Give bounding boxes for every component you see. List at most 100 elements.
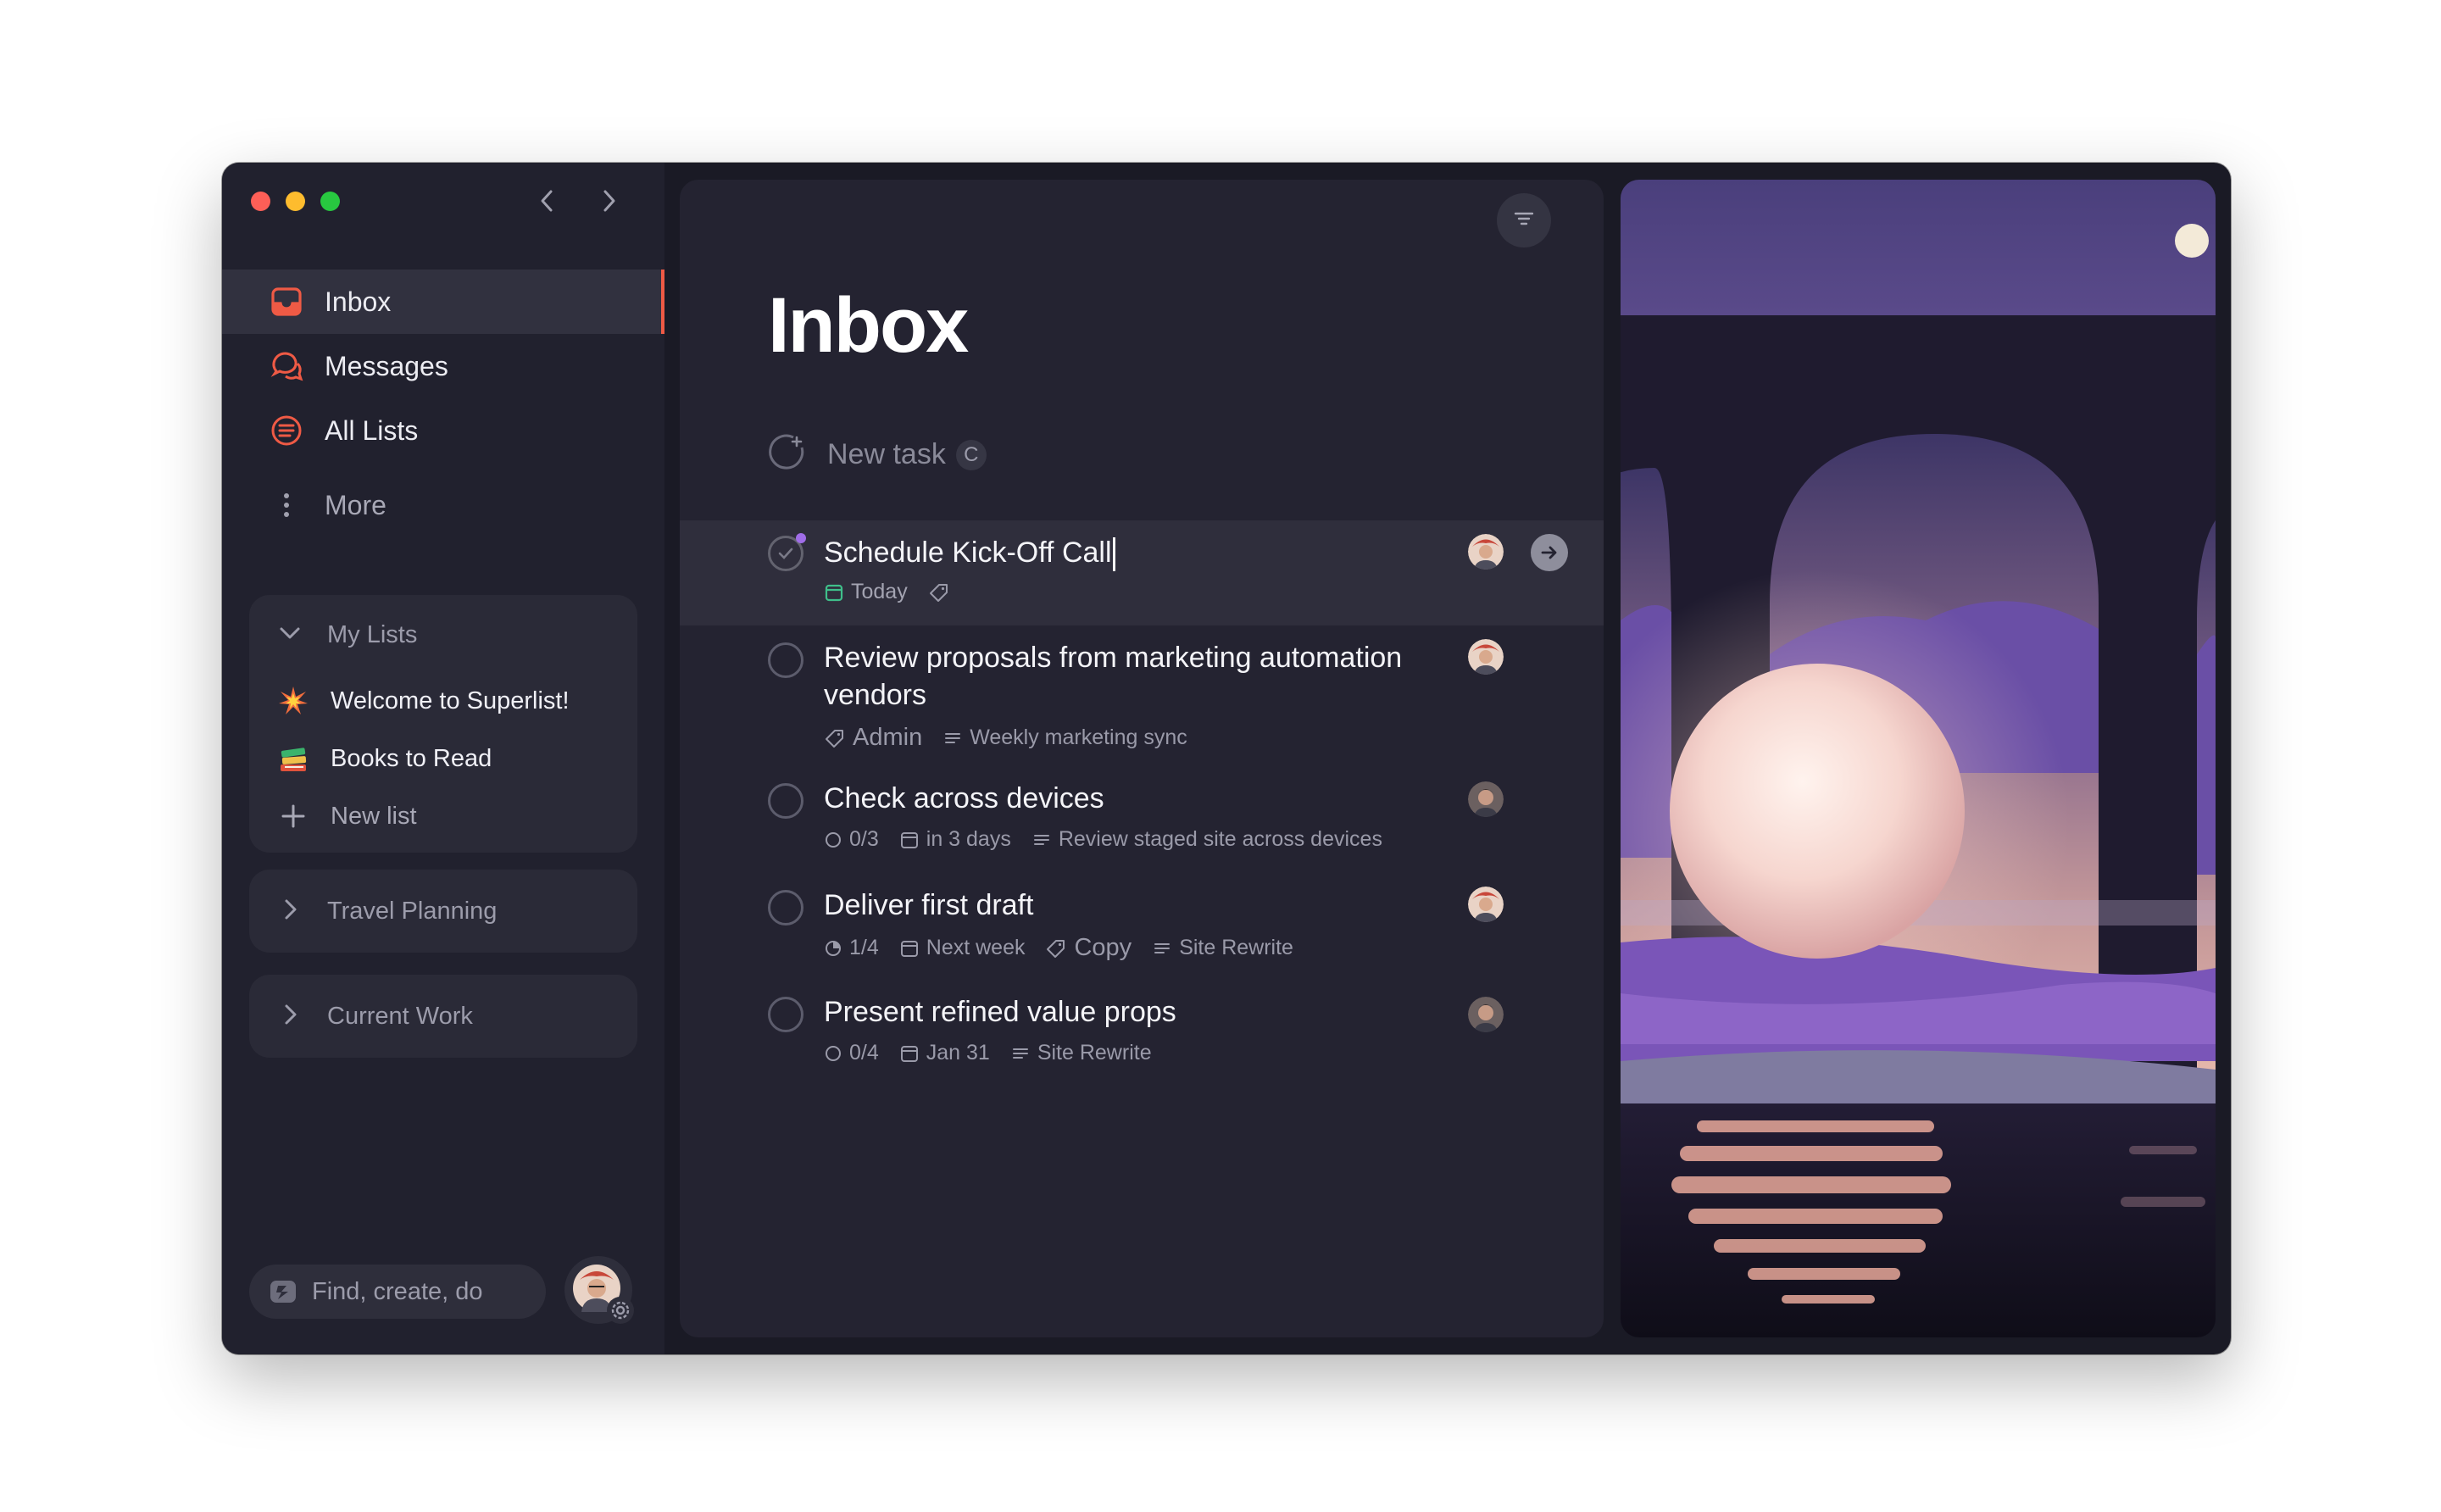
progress-icon (826, 831, 841, 848)
task-list[interactable]: Review staged site across devices (1031, 827, 1382, 852)
superlist-logo-icon (268, 1276, 298, 1307)
all-lists-icon (270, 414, 303, 447)
due-date: Today (824, 580, 908, 604)
task-row[interactable]: Check across devices 0/3 in 3 days Revie… (680, 770, 1604, 875)
task-tag[interactable]: Copy (1045, 934, 1132, 962)
command-search[interactable]: Find, create, do (249, 1265, 546, 1319)
calendar-icon (900, 1045, 918, 1062)
task-row[interactable]: Present refined value props 0/4 Jan 31 S… (680, 983, 1604, 1088)
arrow-right-icon (1541, 546, 1557, 559)
task-tag[interactable]: Admin (824, 724, 922, 752)
list-item-books[interactable]: Books to Read (276, 737, 492, 780)
due-date[interactable]: in 3 days (899, 827, 1011, 852)
list-item-welcome[interactable]: Welcome to Superlist! (276, 680, 570, 722)
sidebar-item-label: Inbox (325, 286, 392, 317)
task-list[interactable]: Site Rewrite (1152, 936, 1293, 960)
task-checkbox[interactable] (768, 783, 803, 819)
list-icon (1033, 834, 1049, 845)
tag-icon[interactable] (928, 581, 957, 603)
task-checkbox[interactable] (768, 997, 803, 1032)
back-arrow-icon[interactable] (536, 188, 559, 214)
due-date[interactable]: Next week (899, 936, 1025, 960)
list-icon (1012, 1048, 1028, 1059)
task-row[interactable]: Review proposals from marketing automati… (680, 629, 1604, 764)
tag-icon (826, 729, 843, 748)
chevron-right-icon (276, 1001, 303, 1032)
task-title[interactable]: Present refined value props (824, 993, 1176, 1031)
my-lists-header[interactable]: My Lists (276, 614, 417, 656)
filter-button[interactable] (1497, 193, 1551, 247)
group-travel-planning[interactable]: Travel Planning (249, 870, 637, 953)
account-avatar-button[interactable] (564, 1256, 634, 1324)
task-title[interactable]: Deliver first draft (824, 887, 1034, 924)
task-pane: Inbox New task C Schedule Kick-Off Call … (680, 180, 1604, 1337)
plus-icon (276, 799, 310, 833)
task-checkbox[interactable] (768, 642, 803, 678)
sidebar: Inbox Messages All Lists More My Lists W… (222, 163, 664, 1354)
settings-gear-icon[interactable] (607, 1297, 634, 1324)
task-list[interactable]: Weekly marketing sync (942, 725, 1187, 750)
task-checkbox[interactable] (768, 890, 803, 926)
chevron-down-icon (276, 620, 303, 651)
progress-icon (826, 1045, 841, 1061)
subtask-progress: 0/3 (824, 827, 879, 852)
minimize-window-button[interactable] (286, 192, 305, 211)
due-date[interactable]: Jan 31 (899, 1041, 990, 1065)
task-title[interactable]: Review proposals from marketing automati… (824, 639, 1402, 714)
calendar-icon (825, 584, 843, 601)
group-label: Travel Planning (327, 897, 498, 925)
sidebar-item-all-lists[interactable]: All Lists (222, 398, 664, 463)
sparkle-emoji-icon (276, 684, 310, 718)
task-checkbox[interactable] (768, 533, 806, 571)
task-title[interactable]: Check across devices (824, 780, 1104, 817)
progress-icon (826, 940, 841, 956)
list-item-label: Books to Read (331, 744, 492, 772)
calendar-icon (900, 940, 918, 957)
task-title[interactable]: Schedule Kick-Off Call (824, 534, 1115, 572)
task-row-selected[interactable]: Schedule Kick-Off Call Today (680, 520, 1604, 625)
app-window: Inbox Messages All Lists More My Lists W… (222, 163, 2231, 1354)
filter-icon (1511, 206, 1537, 236)
list-icon (945, 732, 961, 743)
assignee-avatar[interactable] (1468, 534, 1504, 570)
sidebar-item-inbox[interactable]: Inbox (222, 270, 664, 334)
keyboard-shortcut-badge: C (955, 439, 987, 470)
group-current-work[interactable]: Current Work (249, 975, 637, 1058)
group-header: Current Work (276, 995, 473, 1037)
moon-landscape-illustration (1621, 180, 2216, 1337)
assignee-avatar[interactable] (1468, 781, 1504, 817)
new-task-placeholder: New task (827, 438, 946, 470)
sidebar-item-label: Messages (325, 350, 448, 381)
close-window-button[interactable] (251, 192, 270, 211)
books-emoji-icon (276, 742, 310, 775)
new-list-button[interactable]: New list (276, 795, 417, 837)
background-artwork (1621, 180, 2216, 1337)
unread-dot (796, 533, 806, 543)
task-row[interactable]: Deliver first draft 1/4 Next week Copy S… (680, 876, 1604, 981)
sidebar-item-label: All Lists (325, 414, 419, 446)
new-task-input[interactable]: New task C (768, 434, 987, 475)
calendar-icon (900, 831, 918, 848)
task-list[interactable]: Site Rewrite (1010, 1041, 1152, 1065)
assignee-avatar[interactable] (1468, 997, 1504, 1032)
more-vertical-icon (270, 488, 303, 522)
new-list-label: New list (331, 802, 417, 830)
window-controls (251, 192, 340, 211)
open-task-button[interactable] (1531, 534, 1568, 571)
inbox-icon (270, 285, 303, 319)
assignee-avatar[interactable] (1468, 639, 1504, 675)
my-lists-label: My Lists (327, 620, 418, 648)
group-label: Current Work (327, 1002, 473, 1030)
messages-icon (270, 349, 303, 383)
task-meta: 1/4 Next week Copy Site Rewrite (824, 934, 1314, 962)
subtask-progress: 0/4 (824, 1041, 879, 1065)
sidebar-item-more[interactable]: More (222, 473, 664, 537)
assignee-avatar[interactable] (1468, 887, 1504, 922)
search-placeholder: Find, create, do (312, 1277, 483, 1305)
forward-arrow-icon[interactable] (597, 188, 620, 214)
zoom-window-button[interactable] (320, 192, 340, 211)
task-meta: Admin Weekly marketing sync (824, 724, 1208, 752)
sidebar-item-messages[interactable]: Messages (222, 334, 664, 398)
page-title: Inbox (768, 282, 969, 369)
task-meta: 0/3 in 3 days Review staged site across … (824, 827, 1403, 852)
